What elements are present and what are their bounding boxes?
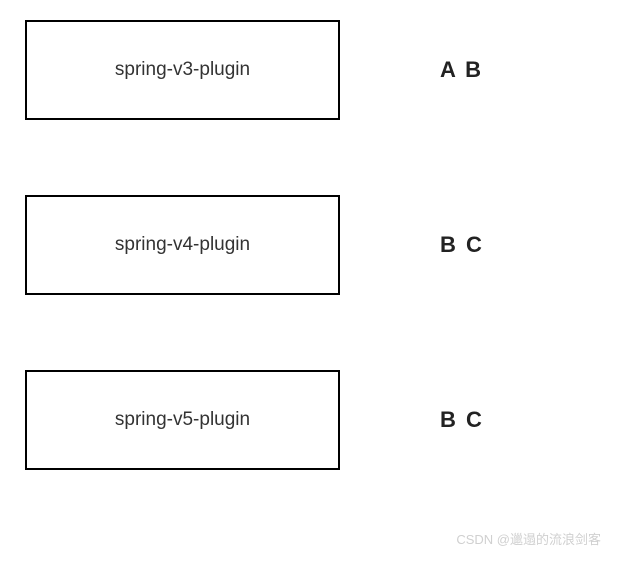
plugin-label: spring-v4-plugin	[115, 234, 250, 256]
plugin-label: spring-v5-plugin	[115, 409, 250, 431]
plugin-box: spring-v3-plugin	[25, 20, 340, 120]
plugin-row: spring-v4-plugin B C	[0, 195, 626, 295]
plugin-box: spring-v5-plugin	[25, 370, 340, 470]
plugin-row: spring-v3-plugin A B	[0, 20, 626, 120]
plugin-row: spring-v5-plugin B C	[0, 370, 626, 470]
watermark: CSDN @邋遢的流浪剑客	[456, 529, 601, 548]
plugin-label: spring-v3-plugin	[115, 59, 250, 81]
plugin-tags: B C	[440, 407, 484, 433]
plugin-tags: A B	[440, 57, 483, 83]
plugin-box: spring-v4-plugin	[25, 195, 340, 295]
plugin-tags: B C	[440, 232, 484, 258]
